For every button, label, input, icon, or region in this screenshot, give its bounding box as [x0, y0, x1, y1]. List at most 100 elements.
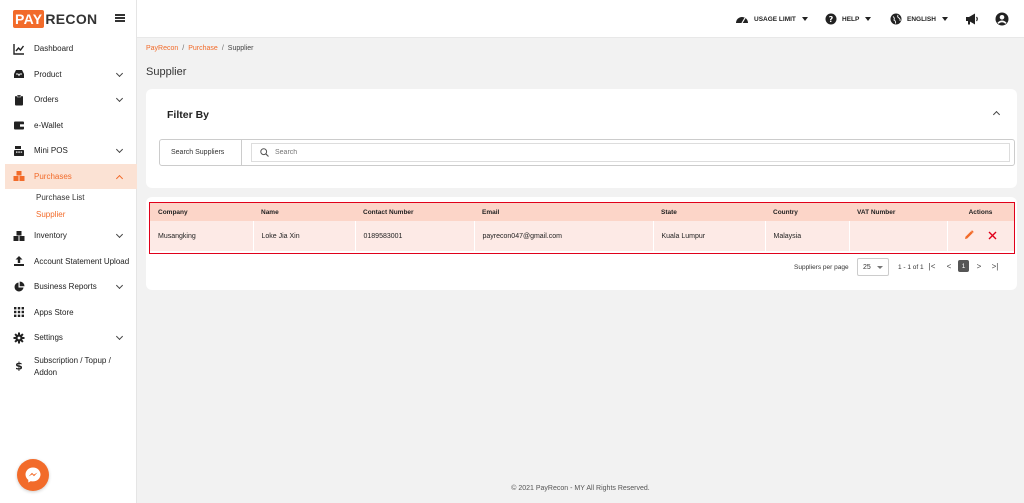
- sidebar: PAY RECON Dashboard Product Orders e-Wal…: [0, 0, 137, 503]
- sidebar-item-label: Purchases: [34, 171, 72, 181]
- search-input[interactable]: [275, 149, 575, 156]
- delete-x-icon[interactable]: [988, 231, 997, 242]
- sidebar-item-product[interactable]: Product: [0, 62, 137, 88]
- messenger-icon: [25, 467, 41, 483]
- breadcrumb-root-link[interactable]: PayRecon: [146, 45, 178, 52]
- page-range-text: 1 - 1 of 1: [898, 263, 924, 271]
- edit-pencil-icon[interactable]: [964, 230, 975, 242]
- next-page-icon[interactable]: >: [973, 260, 985, 272]
- sidebar-item-settings[interactable]: Settings: [0, 325, 137, 351]
- sidebar-item-inventory[interactable]: Inventory: [0, 223, 137, 249]
- chart-line-icon: [13, 43, 25, 55]
- sidebar-item-label: Settings: [34, 333, 63, 343]
- inventory-boxes-icon: [13, 230, 25, 242]
- usage-limit-label: USAGE LIMIT: [754, 15, 796, 23]
- sidebar-item-label: Apps Store: [34, 307, 74, 317]
- search-icon: [260, 148, 269, 157]
- filter-card: Filter By Search Suppliers: [146, 89, 1017, 188]
- logo-recon: RECON: [45, 11, 98, 27]
- language-menu[interactable]: ENGLISH: [890, 12, 948, 26]
- help-menu[interactable]: ? HELP: [825, 12, 872, 26]
- svg-text:$: $: [15, 359, 23, 371]
- breadcrumb-section-link[interactable]: Purchase: [188, 45, 218, 52]
- page-range: 1 - 1 of 1: [898, 259, 924, 275]
- column-header-state[interactable]: State: [653, 203, 765, 221]
- caret-down-icon: [941, 17, 948, 21]
- payrecon-logo[interactable]: PAY RECON: [13, 10, 97, 28]
- filter-title: Filter By: [167, 109, 210, 121]
- usage-limit-menu[interactable]: USAGE LIMIT: [735, 12, 808, 26]
- cell-company: Musangking: [150, 221, 254, 251]
- menu-toggle-icon[interactable]: [115, 14, 125, 22]
- help-label: HELP: [842, 15, 860, 23]
- prev-page-icon[interactable]: <: [943, 260, 955, 272]
- column-header-company[interactable]: Company: [150, 203, 253, 221]
- speedometer-icon: [736, 17, 748, 24]
- breadcrumb-separator: /: [182, 45, 185, 52]
- footer-copyright: © 2021 PayRecon - MY All Rights Reserved…: [511, 485, 650, 492]
- column-header-actions: Actions: [947, 203, 1014, 221]
- chevron-down-icon: [115, 230, 124, 239]
- current-page-button[interactable]: 1: [958, 260, 969, 272]
- announcement-megaphone-icon[interactable]: [965, 12, 979, 26]
- breadcrumb-separator: /: [221, 45, 224, 52]
- cell-name: Loke Jia Xin: [253, 221, 356, 251]
- sidebar-item-orders[interactable]: Orders: [0, 87, 137, 113]
- dollar-icon: $: [13, 359, 25, 371]
- sidebar-subitem-label: Purchase List: [36, 193, 85, 202]
- suppliers-table-card: Company Name Contact Number Email State …: [146, 197, 1017, 290]
- sidebar-item-label: Account Statement Upload: [34, 256, 130, 266]
- rows-per-page-select[interactable]: 25: [857, 258, 889, 276]
- collapse-chevron-up-icon[interactable]: [992, 110, 1001, 119]
- column-header-name[interactable]: Name: [253, 203, 355, 221]
- sidebar-item-label: Dashboard: [34, 44, 74, 54]
- sidebar-item-label: e-Wallet: [34, 120, 64, 130]
- messenger-chat-button[interactable]: [17, 459, 49, 491]
- logo-pay: PAY: [13, 10, 45, 28]
- boxes-icon: [13, 170, 25, 182]
- inbox-icon: [13, 68, 25, 80]
- sidebar-item-label: Mini POS: [34, 146, 68, 156]
- wallet-icon: [13, 119, 25, 131]
- gear-icon: [13, 332, 25, 344]
- page-title: Supplier: [146, 66, 187, 78]
- per-page-label-text: Suppliers per page: [794, 263, 849, 271]
- sidebar-subitem-purchase-list[interactable]: Purchase List: [0, 189, 137, 206]
- breadcrumb-current: Supplier: [227, 45, 254, 52]
- cell-contact-number: 0189583001: [355, 221, 475, 251]
- sidebar-item-label: Orders: [34, 95, 59, 105]
- search-suppliers-row: Search Suppliers: [159, 139, 1015, 166]
- rows-per-page-label: Suppliers per page: [794, 259, 849, 275]
- sidebar-item-dashboard[interactable]: Dashboard: [0, 36, 137, 62]
- sidebar-item-purchases[interactable]: Purchases: [5, 163, 137, 189]
- topbar: USAGE LIMIT ? HELP ENGLISH: [137, 0, 1024, 38]
- caret-down-icon: [865, 17, 872, 21]
- sidebar-item-account-statement-upload[interactable]: Account Statement Upload: [0, 249, 137, 275]
- column-header-vat-number[interactable]: VAT Number: [849, 203, 947, 221]
- sidebar-item-business-reports[interactable]: Business Reports: [0, 274, 137, 300]
- sidebar-item-ewallet[interactable]: e-Wallet: [0, 113, 137, 139]
- last-page-icon[interactable]: >|: [989, 260, 1001, 272]
- column-header-contact-number[interactable]: Contact Number: [355, 203, 474, 221]
- clipboard-icon: [13, 94, 25, 106]
- svg-text:?: ?: [829, 15, 834, 24]
- search-field-wrapper[interactable]: [251, 143, 1010, 162]
- table-header-row: Company Name Contact Number Email State …: [150, 203, 1014, 221]
- pie-chart-icon: [13, 281, 25, 293]
- sidebar-item-subscription[interactable]: $ Subscription / Topup / Addon: [0, 351, 137, 385]
- first-page-icon[interactable]: |<: [926, 260, 938, 272]
- sidebar-item-apps-store[interactable]: Apps Store: [0, 300, 137, 326]
- column-header-email[interactable]: Email: [474, 203, 653, 221]
- user-account-icon[interactable]: [995, 12, 1009, 26]
- chevron-down-icon: [115, 281, 124, 290]
- sidebar-item-mini-pos[interactable]: Mini POS: [0, 138, 137, 164]
- help-icon: ?: [825, 13, 837, 25]
- upload-icon: [13, 255, 25, 267]
- sidebar-subitem-supplier[interactable]: Supplier: [0, 206, 137, 223]
- cell-country: Malaysia: [765, 221, 850, 251]
- sidebar-item-label: Subscription / Topup / Addon: [34, 355, 111, 377]
- table-row[interactable]: Musangking Loke Jia Xin 0189583001 payre…: [150, 221, 1014, 251]
- column-header-country[interactable]: Country: [765, 203, 849, 221]
- sidebar-item-label: Product: [34, 69, 62, 79]
- caret-down-icon: [801, 17, 808, 21]
